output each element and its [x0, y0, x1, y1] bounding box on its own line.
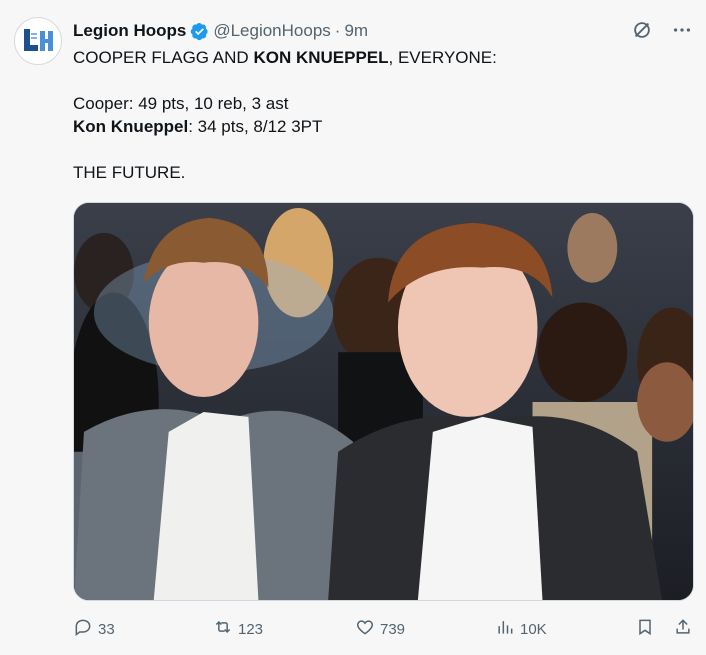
tweet-card[interactable]: Legion Hoops @LegionHoops · 9m COOPER FL… — [0, 0, 706, 655]
verified-badge-icon — [190, 22, 209, 41]
text-line-cooper: Cooper: 49 pts, 10 reb, 3 ast — [73, 94, 289, 113]
text-line-1: COOPER FLAGG AND KON KNUEPPEL, EVERYONE: — [73, 48, 497, 67]
tweet-text: COOPER FLAGG AND KON KNUEPPEL, EVERYONE:… — [73, 46, 683, 184]
grok-icon[interactable] — [630, 18, 654, 42]
bookmark-button[interactable] — [635, 617, 655, 641]
separator-dot: · — [334, 21, 341, 40]
author-avatar[interactable] — [14, 17, 62, 65]
legion-hoops-logo — [22, 27, 54, 55]
like-count: 739 — [380, 620, 406, 638]
tweet-photo[interactable] — [73, 202, 694, 601]
views-count: 10K — [520, 620, 547, 638]
text-line-kon: Kon Knueppel: 34 pts, 8/12 3PT — [73, 117, 323, 136]
views-button[interactable]: 10K — [495, 617, 547, 641]
repost-icon — [213, 617, 233, 641]
repost-button[interactable]: 123 — [213, 617, 263, 641]
reply-icon — [73, 617, 93, 641]
top-actions — [630, 18, 694, 42]
author-handle[interactable]: @LegionHoops — [213, 21, 330, 41]
tweet-timestamp[interactable]: 9m — [344, 21, 368, 41]
like-button[interactable]: 739 — [355, 617, 405, 641]
tweet-actions: 33 123 739 10K — [73, 616, 698, 642]
repost-count: 123 — [238, 620, 264, 638]
more-icon[interactable] — [670, 18, 694, 42]
text-line-future: THE FUTURE. — [73, 163, 186, 182]
heart-icon — [355, 617, 375, 641]
reply-button[interactable]: 33 — [73, 617, 115, 641]
reply-count: 33 — [98, 620, 115, 638]
tweet-header: Legion Hoops @LegionHoops · 9m — [73, 20, 368, 42]
share-button[interactable] — [673, 617, 693, 641]
views-icon — [495, 617, 515, 641]
author-name[interactable]: Legion Hoops — [73, 21, 186, 41]
share-icon — [673, 617, 693, 641]
bookmark-icon — [635, 617, 655, 641]
